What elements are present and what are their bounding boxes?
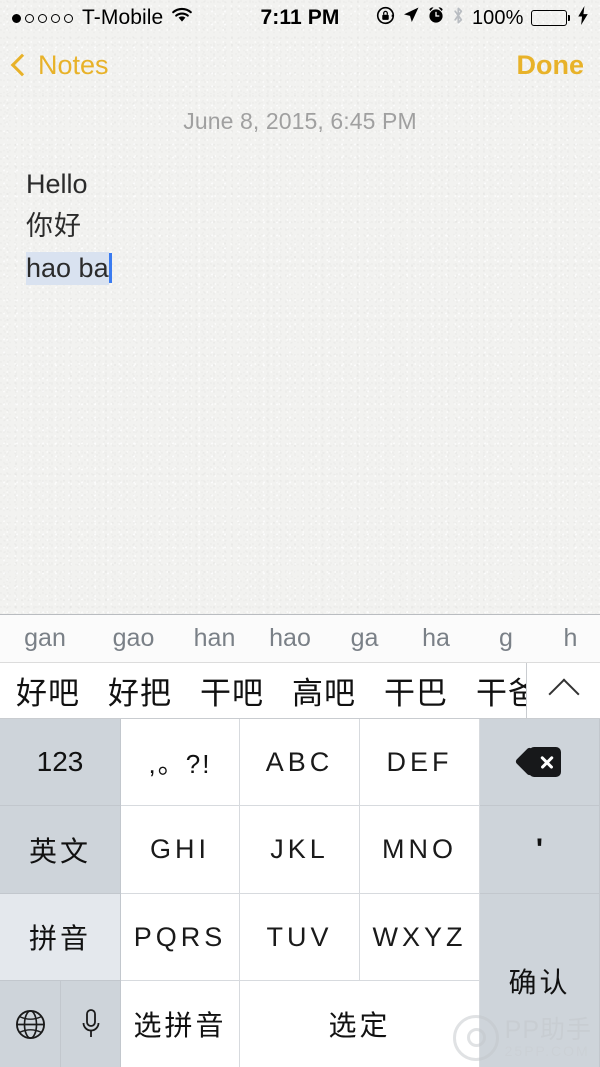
key-jkl[interactable]: JKL	[240, 806, 360, 894]
signal-dot-3	[38, 13, 47, 23]
signal-dot-5	[64, 13, 73, 23]
chevron-up-icon	[547, 677, 580, 710]
candidate-0[interactable]: 好吧	[0, 668, 94, 713]
key-select[interactable]: 选定	[240, 981, 480, 1067]
pinyin-suggestion-4[interactable]: ga	[328, 624, 401, 653]
status-bar-right: 100%	[376, 0, 589, 36]
key-ghi[interactable]: GHI	[121, 806, 240, 894]
backspace-delete-icon	[514, 746, 561, 777]
signal-dot-4	[51, 13, 60, 23]
pinyin-suggestion-2[interactable]: han	[177, 624, 252, 653]
key-wxyz[interactable]: WXYZ	[360, 894, 480, 981]
key-def[interactable]: DEF	[360, 719, 480, 806]
note-line-1: Hello	[26, 169, 88, 199]
key-123[interactable]: 123	[0, 719, 121, 806]
note-timestamp: June 8, 2015, 6:45 PM	[183, 108, 417, 134]
iphone-screen: T-Mobile 7:11 PM 100% Notes Done June 8,…	[0, 0, 600, 1067]
done-button[interactable]: Done	[517, 50, 585, 81]
pinyin-suggestion-5[interactable]: ha	[401, 624, 471, 653]
signal-strength-dots	[12, 13, 73, 23]
pinyin-suggestion-3[interactable]: hao	[252, 624, 328, 653]
back-button-label: Notes	[38, 49, 109, 80]
pinyin-suggestion-1[interactable]: gao	[90, 624, 177, 653]
key-delete[interactable]	[480, 719, 600, 806]
key-apostrophe-label: '	[535, 832, 544, 866]
chevron-left-icon	[10, 53, 34, 77]
key-switch-keyboard[interactable]	[0, 981, 61, 1067]
note-text-content[interactable]: Hello 你好 hao ba	[0, 135, 600, 289]
candidate-5[interactable]: 干爸	[462, 668, 526, 713]
location-arrow-icon	[402, 6, 420, 30]
note-line-2: 你好	[26, 211, 82, 241]
globe-language-icon	[15, 1009, 46, 1040]
key-choose-pinyin[interactable]: 选拼音	[121, 981, 240, 1067]
bluetooth-icon	[452, 6, 465, 31]
pinyin-suggestion-bar[interactable]: gan gao han hao ga ha g h	[0, 615, 600, 663]
candidate-1[interactable]: 好把	[94, 668, 186, 713]
clock-label: 7:11 PM	[260, 6, 340, 29]
key-confirm[interactable]: 确认	[480, 894, 600, 1067]
key-abc[interactable]: ABC	[240, 719, 360, 806]
wifi-icon	[170, 6, 194, 30]
back-to-notes-button[interactable]: Notes	[10, 49, 109, 81]
key-mno[interactable]: MNO	[360, 806, 480, 894]
status-bar: T-Mobile 7:11 PM 100%	[0, 0, 600, 36]
carrier-label: T-Mobile	[82, 6, 164, 29]
pinyin-suggestion-6[interactable]: g	[471, 624, 541, 653]
signal-dot-2	[25, 13, 34, 23]
candidate-list[interactable]: 好吧 好把 干吧 高吧 干巴 干爸	[0, 663, 526, 718]
candidate-4[interactable]: 干巴	[370, 668, 462, 713]
microphone-icon	[80, 1008, 102, 1040]
key-pinyin-mode[interactable]: 拼音	[0, 894, 121, 981]
key-grid: 123 ,。?! ABC DEF 英文 GHI JKL MNO ' 拼音 PQR…	[0, 719, 600, 1067]
rotation-lock-icon	[376, 6, 395, 31]
text-caret	[108, 253, 112, 283]
navigation-bar: Notes Done	[0, 36, 600, 94]
pinyin-suggestion-0[interactable]: gan	[0, 624, 90, 653]
lightning-bolt-icon	[577, 5, 589, 31]
note-line-3: hao ba	[26, 247, 600, 289]
composing-text: hao ba	[26, 252, 109, 285]
key-punctuation[interactable]: ,。?!	[121, 719, 240, 806]
key-apostrophe[interactable]: '	[480, 806, 600, 894]
candidate-2[interactable]: 干吧	[186, 668, 278, 713]
chinese-keyboard: gan gao han hao ga ha g h 好吧 好把 干吧 高吧 干巴…	[0, 614, 600, 1067]
key-english-mode[interactable]: 英文	[0, 806, 121, 894]
alarm-clock-icon	[427, 6, 445, 30]
key-tuv[interactable]: TUV	[240, 894, 360, 981]
key-dictation[interactable]	[61, 981, 121, 1067]
pinyin-suggestion-7[interactable]: h	[541, 624, 600, 653]
key-pqrs[interactable]: PQRS	[121, 894, 240, 981]
expand-candidates-button[interactable]	[526, 663, 600, 718]
battery-percent-label: 100%	[471, 6, 524, 29]
battery-icon	[530, 10, 570, 26]
signal-dot-1	[12, 13, 21, 23]
status-bar-left: T-Mobile	[12, 6, 194, 30]
candidate-bar[interactable]: 好吧 好把 干吧 高吧 干巴 干爸	[0, 663, 600, 719]
note-editor[interactable]: June 8, 2015, 6:45 PM Hello 你好 hao ba	[0, 94, 600, 615]
candidate-3[interactable]: 高吧	[278, 668, 370, 713]
